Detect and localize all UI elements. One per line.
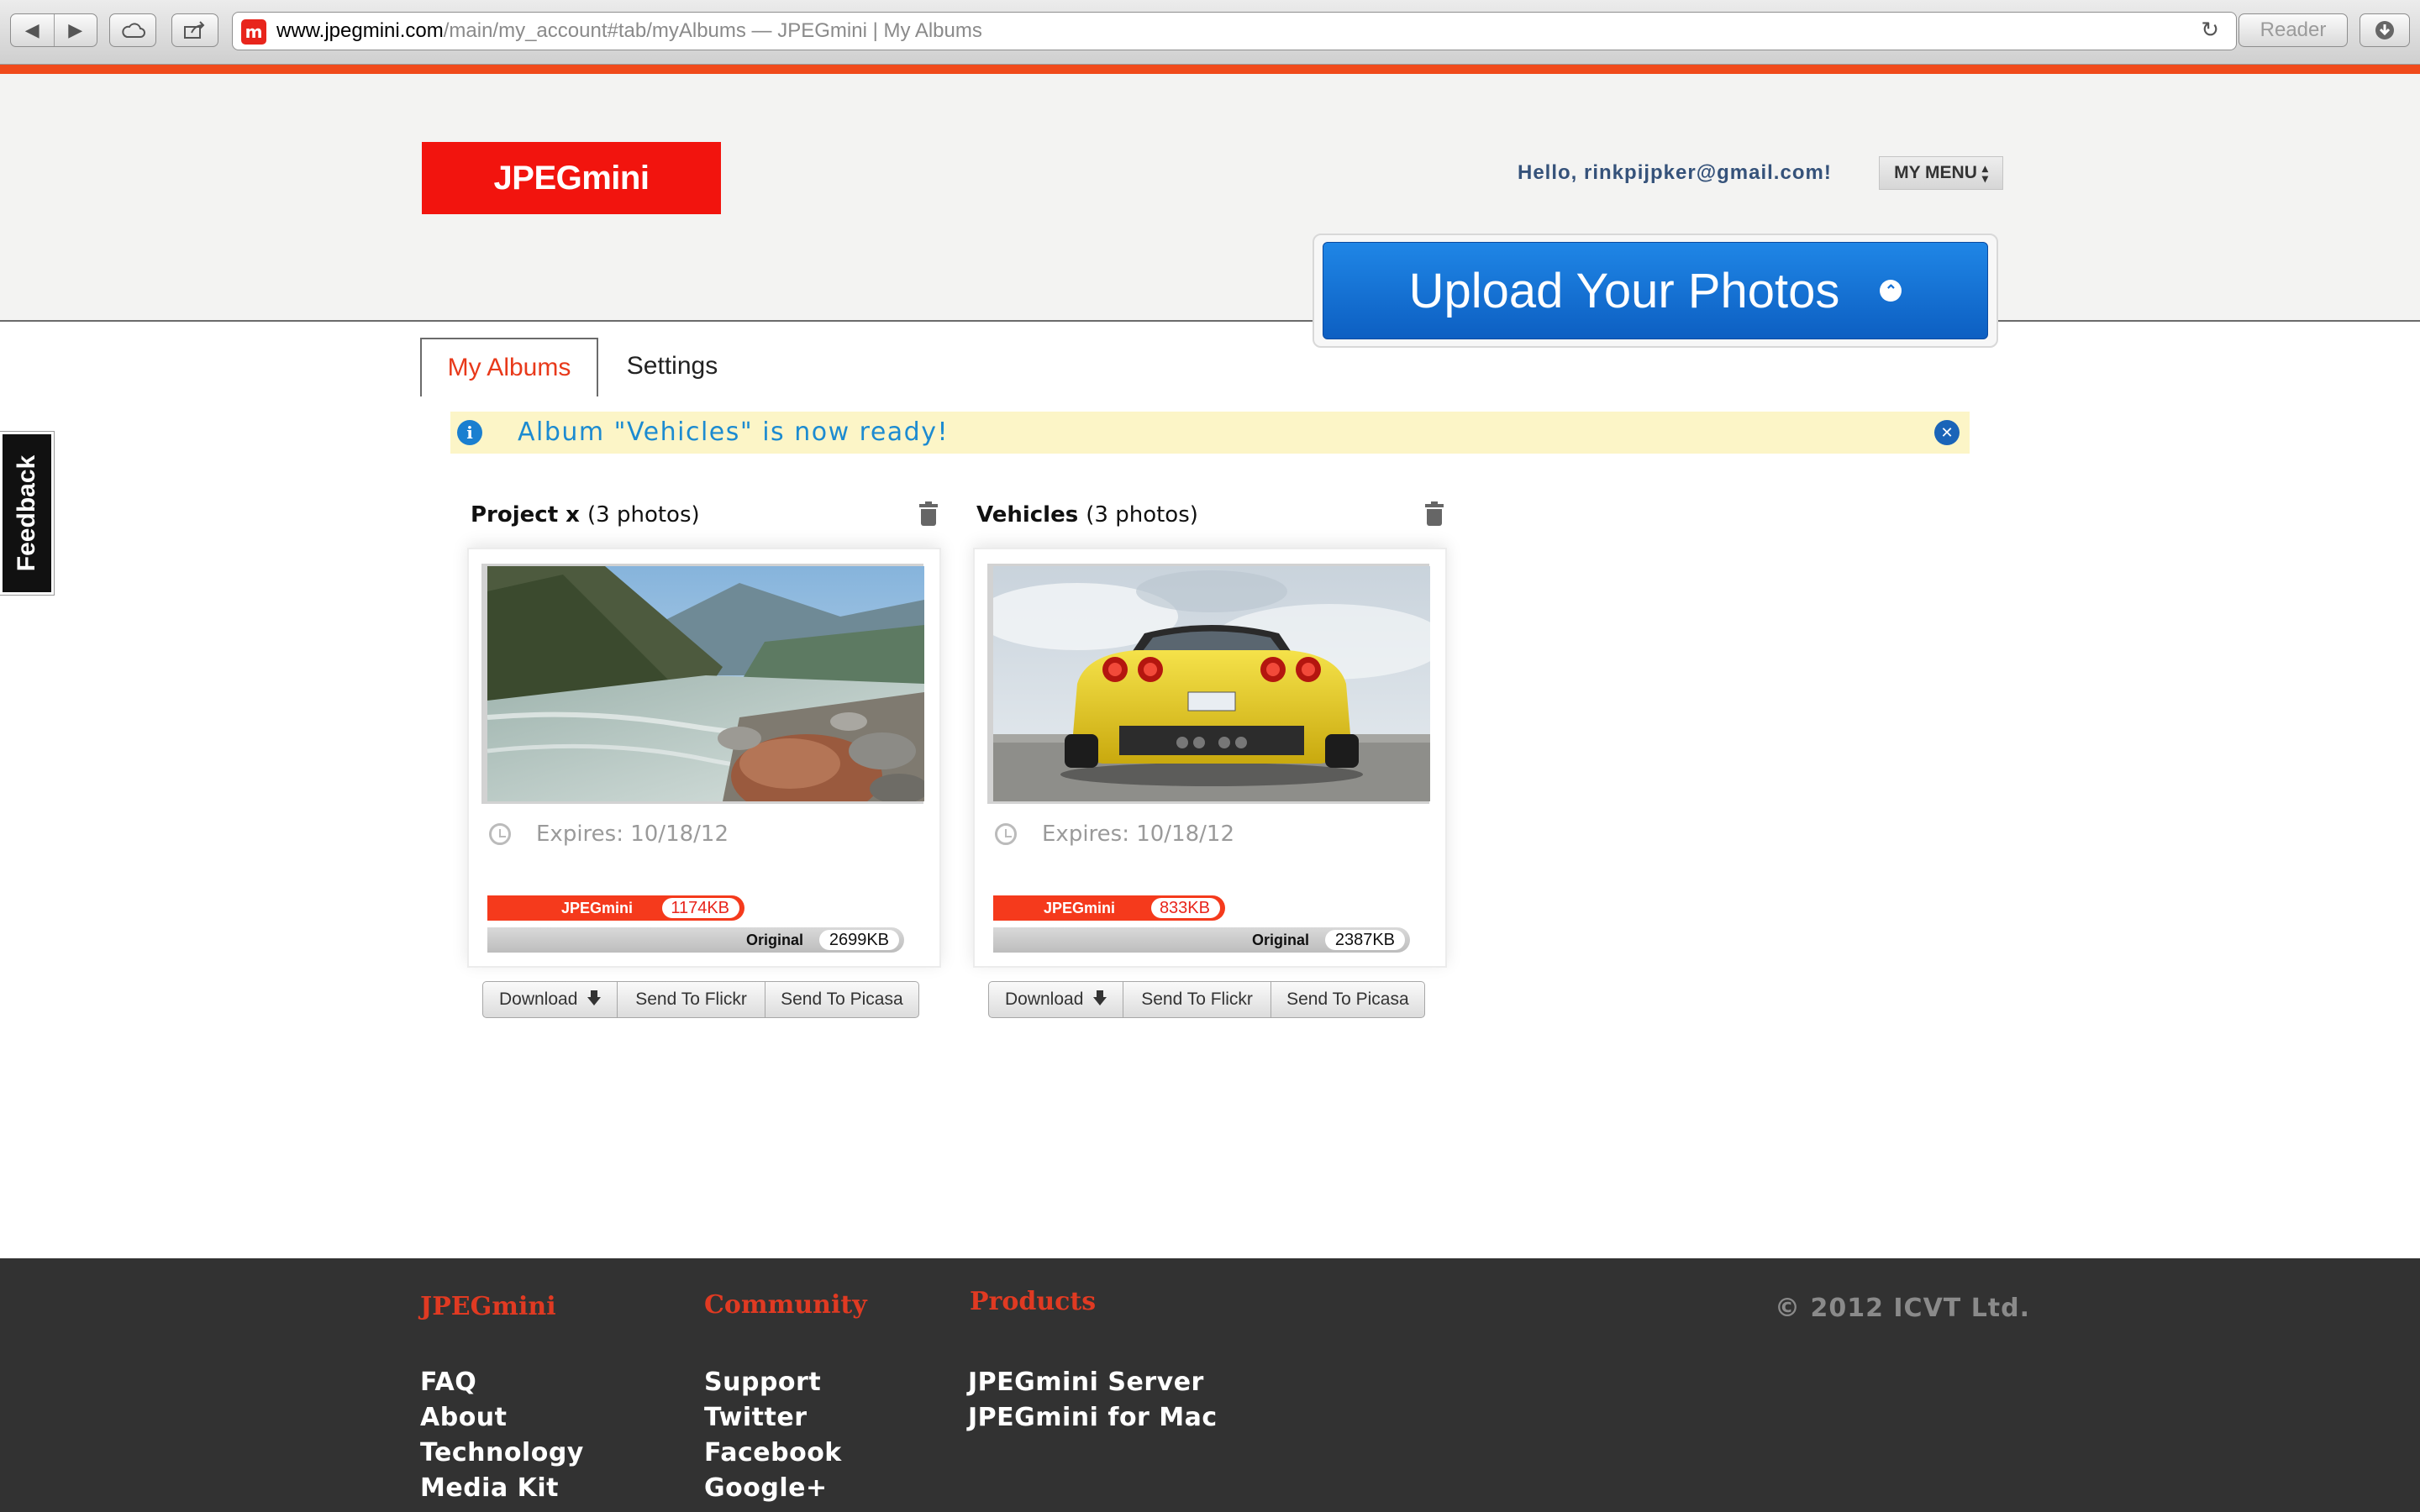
nav-buttons: ◀ ▶	[10, 13, 97, 47]
original-size-bar: Original 2387KB	[993, 927, 1410, 953]
download-label: Download	[498, 990, 578, 1009]
feedback-tab[interactable]: Feedback	[0, 431, 55, 596]
url-host: www.jpegmini.com	[276, 19, 444, 42]
upload-label: Upload Your Photos	[1408, 263, 1840, 318]
share-icon[interactable]	[171, 13, 218, 47]
album-count: (3 photos)	[587, 502, 700, 528]
notice-text: Album "Vehicles" is now ready!	[518, 417, 950, 447]
my-menu-button[interactable]: MY MENU ▴ ▾	[1879, 156, 2003, 190]
download-button[interactable]: Download	[483, 982, 617, 1017]
send-to-flickr-button[interactable]: Send To Flickr	[1123, 982, 1270, 1017]
original-size-bar: Original 2699KB	[487, 927, 904, 953]
reader-button[interactable]: Reader	[2238, 13, 2348, 47]
send-to-flickr-button[interactable]: Send To Flickr	[617, 982, 764, 1017]
jpegmini-size-bar: JPEGmini 833KB	[993, 895, 1225, 921]
jpegmini-size-value: 1174KB	[662, 898, 739, 918]
original-size-value: 2387KB	[1324, 930, 1405, 950]
back-icon[interactable]: ◀	[11, 14, 54, 46]
copyright: © 2012 ICVT Ltd.	[1775, 1294, 2031, 1323]
album-count: (3 photos)	[1086, 502, 1198, 528]
notice-banner: i Album "Vehicles" is now ready! ✕	[450, 412, 1970, 454]
close-icon[interactable]: ✕	[1934, 420, 1960, 445]
expires-date: Expires: 10/18/12	[536, 822, 729, 847]
download-label: Download	[1004, 990, 1084, 1009]
album-card: Project x (3 photos) Expires: 10/18/12 J…	[467, 496, 958, 1025]
url-text: www.jpegmini.com/main/my_account#tab/myA…	[276, 19, 982, 43]
tab-page-title: — JPEGmini | My Albums	[745, 19, 982, 42]
jpegmini-size-value: 833KB	[1150, 898, 1220, 918]
footer-link-media-kit[interactable]: Media Kit	[420, 1473, 559, 1503]
album-card: Vehicles (3 photos) Expires: 10/18/12 JP…	[973, 496, 1464, 1025]
album-title: Project x (3 photos)	[471, 502, 700, 528]
header-accent-rule	[0, 65, 2420, 74]
feedback-label: Feedback	[13, 454, 40, 572]
footer-link-technology[interactable]: Technology	[420, 1438, 584, 1467]
footer-link-faq[interactable]: FAQ	[420, 1368, 476, 1397]
download-arrow-icon	[1093, 990, 1107, 1005]
footer-link-facebook[interactable]: Facebook	[704, 1438, 842, 1467]
footer-heading-jpegmini: JPEGmini	[420, 1292, 556, 1321]
album-name[interactable]: Vehicles	[976, 502, 1078, 528]
original-size-label: Original	[1251, 932, 1309, 948]
album-actions: Download Send To Flickr Send To Picasa	[482, 981, 919, 1018]
album-actions: Download Send To Flickr Send To Picasa	[988, 981, 1425, 1018]
site-footer: JPEGmini FAQ About Technology Media Kit …	[0, 1258, 2420, 1512]
address-bar[interactable]: m www.jpegmini.com/main/my_account#tab/m…	[232, 12, 2237, 50]
send-to-picasa-button[interactable]: Send To Picasa	[1270, 982, 1424, 1017]
footer-heading-products: Products	[970, 1287, 1097, 1316]
browser-toolbar: ◀ ▶ m www.jpegmini.com/main/my_account#t…	[0, 0, 2420, 65]
send-to-picasa-button[interactable]: Send To Picasa	[764, 982, 918, 1017]
jpegmini-size-label: JPEGmini	[1044, 900, 1116, 916]
alarm-clock-icon	[995, 823, 1017, 845]
chevron-up-icon: ⌃	[1880, 280, 1902, 302]
album-thumbnail[interactable]	[487, 566, 924, 801]
jpegmini-logo[interactable]: JPEGmini	[422, 142, 721, 214]
jpegmini-size-bar: JPEGmini 1174KB	[487, 895, 744, 921]
trash-icon[interactable]	[1425, 501, 1444, 526]
tab-my-albums[interactable]: My Albums	[420, 338, 598, 396]
jpegmini-size-label: JPEGmini	[561, 900, 634, 916]
site-header: JPEGmini Hello, rinkpijpker@gmail.com! M…	[0, 74, 2420, 396]
download-arrow-icon	[587, 990, 602, 1005]
album-title: Vehicles (3 photos)	[976, 502, 1198, 528]
original-size-label: Original	[745, 932, 803, 948]
footer-link-twitter[interactable]: Twitter	[704, 1403, 808, 1432]
upload-photos-button[interactable]: Upload Your Photos ⌃	[1323, 242, 1988, 339]
url-path: /main/my_account#tab/myAlbums	[443, 19, 746, 42]
album-preview: Expires: 10/18/12 JPEGmini 833KB Origina…	[973, 548, 1447, 968]
trash-icon[interactable]	[919, 501, 938, 526]
album-thumbnail[interactable]	[993, 566, 1430, 801]
footer-link-jpegmini-for-mac[interactable]: JPEGmini for Mac	[968, 1403, 1218, 1432]
downloads-icon[interactable]	[2360, 13, 2410, 47]
upload-button-frame: Upload Your Photos ⌃	[1313, 234, 1998, 348]
album-name[interactable]: Project x	[471, 502, 580, 528]
sort-arrows-icon: ▴ ▾	[1981, 161, 1988, 185]
footer-link-jpegmini-server[interactable]: JPEGmini Server	[968, 1368, 1204, 1397]
expires-date: Expires: 10/18/12	[1042, 822, 1234, 847]
forward-icon[interactable]: ▶	[53, 14, 97, 46]
reload-icon[interactable]: ↻	[2201, 18, 2219, 43]
tab-settings[interactable]: Settings	[598, 338, 746, 395]
footer-heading-community: Community	[704, 1290, 867, 1320]
my-menu-label: MY MENU	[1894, 163, 1977, 182]
info-icon: i	[457, 420, 482, 445]
site-favicon-icon: m	[241, 19, 266, 45]
icloud-icon[interactable]	[109, 13, 156, 47]
footer-link-support[interactable]: Support	[704, 1368, 821, 1397]
footer-link-about[interactable]: About	[420, 1403, 508, 1432]
original-size-value: 2699KB	[818, 930, 899, 950]
download-button[interactable]: Download	[989, 982, 1123, 1017]
user-greeting: Hello, rinkpijpker@gmail.com!	[1518, 161, 1832, 184]
footer-link-google-plus[interactable]: Google+	[704, 1473, 828, 1503]
alarm-clock-icon	[489, 823, 511, 845]
album-preview: Expires: 10/18/12 JPEGmini 1174KB Origin…	[467, 548, 941, 968]
